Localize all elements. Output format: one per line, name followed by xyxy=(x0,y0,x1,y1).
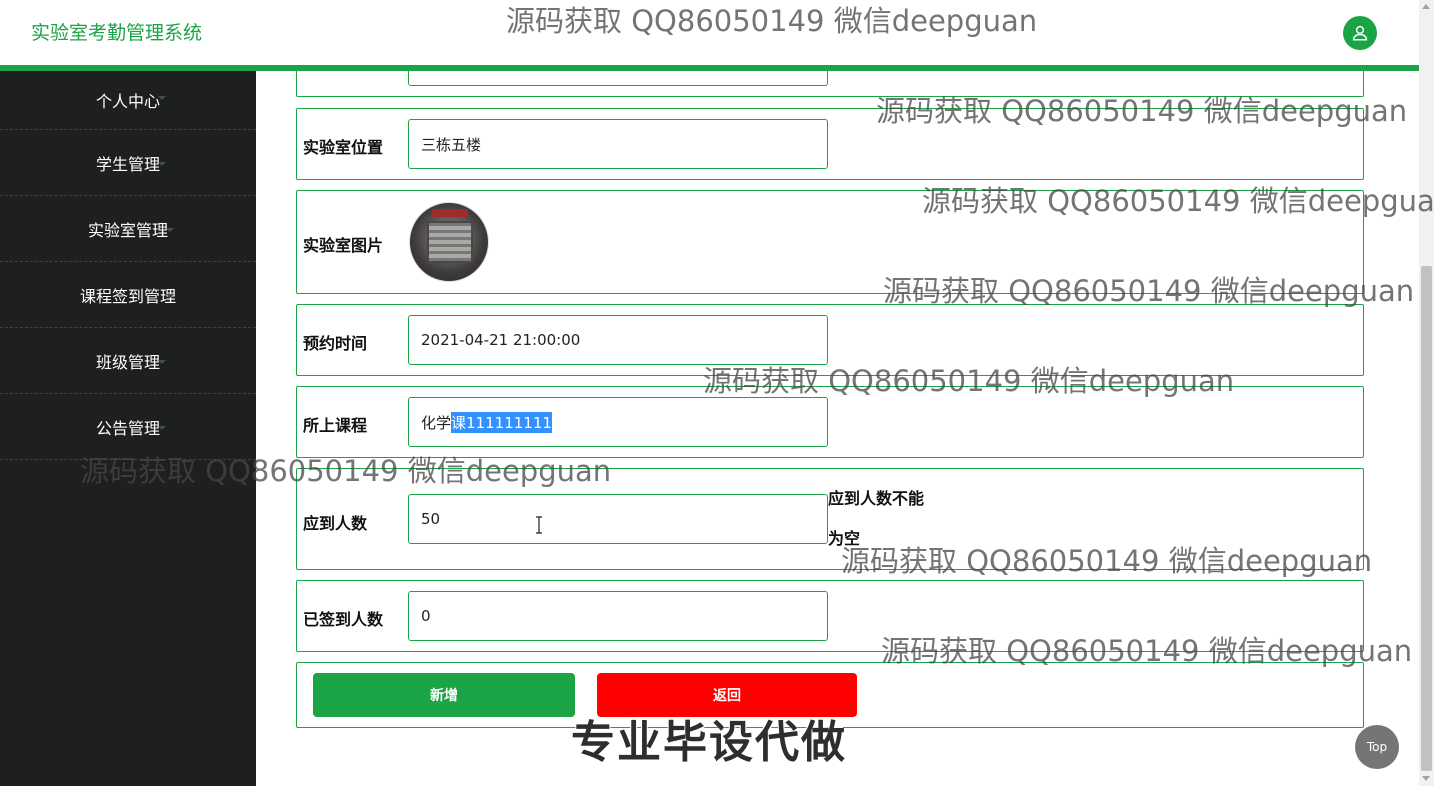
user-avatar-button[interactable] xyxy=(1343,16,1377,50)
reserve-time-input[interactable]: 2021-04-21 21:00:00 xyxy=(408,315,828,365)
form-row-location: 实验室位置 三栋五楼 xyxy=(296,108,1364,180)
sidebar-item-label: 班级管理 xyxy=(95,352,160,372)
location-label: 实验室位置 xyxy=(303,138,384,157)
sidebar-item-lab-management[interactable]: 实验室管理 xyxy=(0,196,256,262)
sidebar: 个人中心 学生管理 实验室管理 课程签到管理 班级管理 公告管理 xyxy=(0,71,256,786)
previous-field-input[interactable] xyxy=(408,71,828,86)
app-title: 实验室考勤管理系统 xyxy=(31,22,203,44)
sidebar-item-notice-management[interactable]: 公告管理 xyxy=(0,394,256,460)
course-value-selected: 课111111111 xyxy=(451,411,552,433)
expected-label: 应到人数 xyxy=(303,514,368,533)
user-icon xyxy=(1352,25,1368,41)
back-to-top-button[interactable]: Top xyxy=(1355,725,1399,769)
scroll-down-arrow-icon[interactable] xyxy=(1422,776,1430,781)
lab-photo-detail xyxy=(432,209,468,217)
sidebar-item-label: 课程签到管理 xyxy=(79,286,176,306)
scroll-up-arrow-icon[interactable] xyxy=(1422,4,1430,9)
sidebar-item-label: 实验室管理 xyxy=(87,220,168,240)
text-cursor-icon xyxy=(536,516,542,534)
back-button[interactable]: 返回 xyxy=(597,673,857,717)
location-value: 三栋五楼 xyxy=(421,135,482,154)
watermark-big-text: 专业毕设代做 xyxy=(571,717,847,768)
course-value-prefix: 化学 xyxy=(421,413,452,432)
page-scrollbar[interactable] xyxy=(1419,0,1434,786)
form-row-image: 实验室图片 xyxy=(296,190,1364,294)
main-content: 实验室位置 三栋五楼 实验室图片 预约时间 2021-04-21 21:00:0… xyxy=(256,71,1419,786)
course-input[interactable]: 化学 课111111111 xyxy=(408,397,828,447)
caret-down-icon xyxy=(158,426,166,430)
form-row-course: 所上课程 化学 课111111111 xyxy=(296,386,1364,458)
sidebar-item-label: 公告管理 xyxy=(95,418,160,438)
signed-input[interactable]: 0 xyxy=(408,591,828,641)
form-row-reserve-time: 预约时间 2021-04-21 21:00:00 xyxy=(296,304,1364,376)
location-input[interactable]: 三栋五楼 xyxy=(408,119,828,169)
app-root: 实验室考勤管理系统 个人中心 学生管理 实验室管理 课程签到管理 班级管理 公告… xyxy=(0,0,1434,786)
form-row-signed: 已签到人数 0 xyxy=(296,580,1364,652)
form-row-expected: 应到人数 50 应到人数不能 为空 xyxy=(296,468,1364,570)
signed-label: 已签到人数 xyxy=(303,610,384,629)
sidebar-item-class-management[interactable]: 班级管理 xyxy=(0,328,256,394)
sidebar-item-student-management[interactable]: 学生管理 xyxy=(0,130,256,196)
expected-error-line1: 应到人数不能 xyxy=(828,489,925,508)
caret-down-icon xyxy=(158,96,166,100)
caret-down-icon xyxy=(158,162,166,166)
reserve-time-label: 预约时间 xyxy=(303,334,368,353)
sidebar-item-course-checkin-management[interactable]: 课程签到管理 xyxy=(0,262,256,328)
caret-down-icon xyxy=(158,360,166,364)
reserve-time-value: 2021-04-21 21:00:00 xyxy=(421,331,581,349)
lab-photo xyxy=(409,202,489,282)
expected-value: 50 xyxy=(421,510,441,528)
sidebar-item-label: 学生管理 xyxy=(95,154,160,174)
signed-value: 0 xyxy=(421,607,431,625)
course-label: 所上课程 xyxy=(303,416,368,435)
sidebar-item-personal-center[interactable]: 个人中心 xyxy=(0,71,256,130)
lab-photo-detail xyxy=(427,221,473,263)
image-label: 实验室图片 xyxy=(303,236,384,255)
sidebar-item-label: 个人中心 xyxy=(95,92,160,111)
caret-down-icon xyxy=(166,228,174,232)
add-button[interactable]: 新增 xyxy=(313,673,575,717)
expected-error-line2: 为空 xyxy=(828,529,861,548)
caret-down-icon xyxy=(166,294,174,298)
form-row-previous xyxy=(296,71,1364,97)
scrollbar-thumb[interactable] xyxy=(1421,266,1432,771)
top-header: 实验室考勤管理系统 xyxy=(0,0,1419,65)
expected-input[interactable]: 50 xyxy=(408,494,828,544)
